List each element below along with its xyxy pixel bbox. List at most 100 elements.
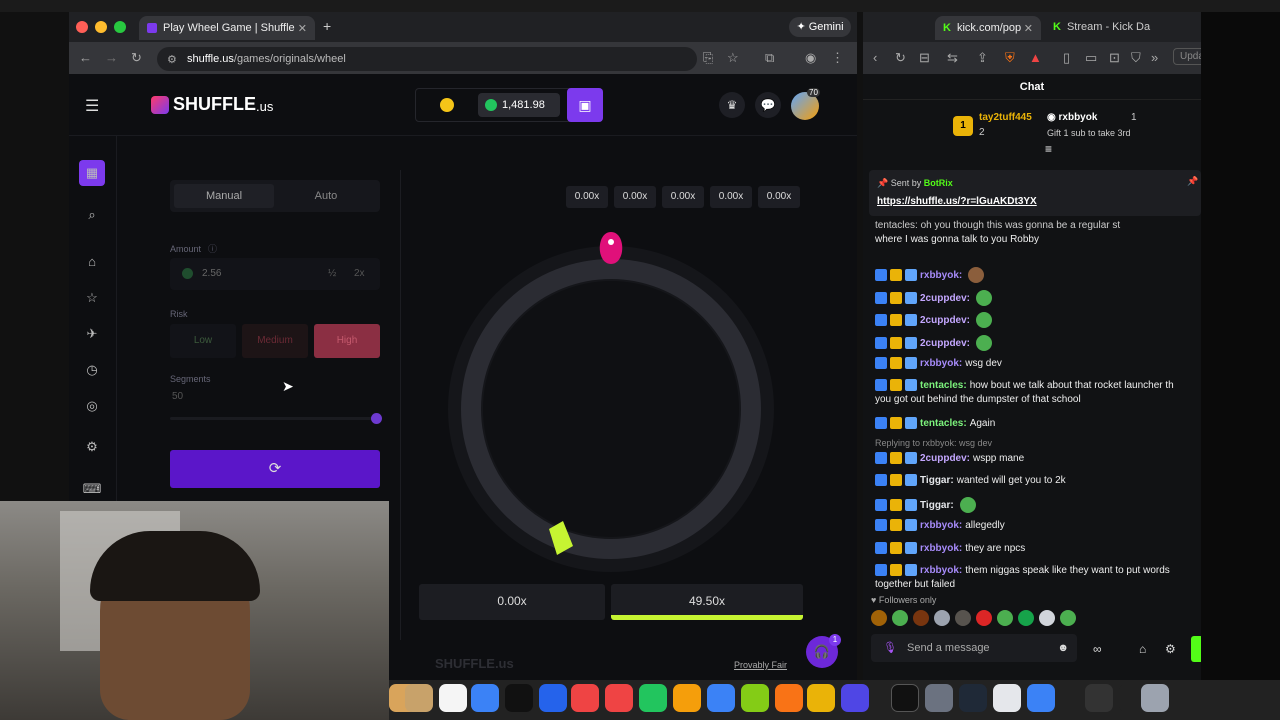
risk-medium-button[interactable]: Medium bbox=[242, 324, 308, 358]
chat-username[interactable]: rxbbyok: bbox=[920, 520, 962, 531]
send-button[interactable] bbox=[1191, 636, 1201, 662]
chrome-icon[interactable] bbox=[807, 684, 835, 712]
pin-icon[interactable]: 📌 bbox=[1187, 176, 1198, 187]
emote-icon[interactable] bbox=[913, 610, 929, 626]
half-button[interactable]: ½ bbox=[328, 258, 336, 290]
amount-input[interactable]: 2.56 ½ 2x bbox=[170, 258, 380, 290]
segments-slider[interactable] bbox=[170, 413, 382, 424]
chat-username[interactable]: 2cuppdev: bbox=[920, 453, 970, 464]
site-logo[interactable]: SHUFFLE .us bbox=[151, 94, 273, 115]
chat-username[interactable]: 2cuppdev: bbox=[920, 293, 970, 304]
brave-rewards-icon[interactable]: ▲ bbox=[1029, 50, 1042, 65]
chat-settings-icon[interactable]: ⚙ bbox=[1165, 642, 1176, 656]
emote-icon[interactable] bbox=[955, 610, 971, 626]
spin-button[interactable]: ⟳ bbox=[170, 450, 380, 488]
coin-icon[interactable] bbox=[440, 98, 454, 112]
dock-app-icon[interactable] bbox=[439, 684, 467, 712]
game-controller-icon[interactable]: ⌨ bbox=[81, 478, 103, 500]
emote-icon[interactable] bbox=[1039, 610, 1055, 626]
dock-app-icon[interactable] bbox=[471, 684, 499, 712]
dock-app-icon[interactable] bbox=[741, 684, 769, 712]
emote-icon[interactable] bbox=[976, 610, 992, 626]
brave-icon[interactable] bbox=[775, 684, 803, 712]
emote-icon[interactable] bbox=[997, 610, 1013, 626]
settings-icon[interactable]: ⚙ bbox=[81, 436, 103, 458]
terminal-icon[interactable] bbox=[891, 684, 919, 712]
vpn-icon[interactable]: ⊡ bbox=[1109, 50, 1120, 66]
bookmark-star-icon[interactable]: ☆ bbox=[727, 50, 739, 66]
back-icon[interactable]: ‹ bbox=[873, 50, 877, 65]
leader-name[interactable]: tay2tuff445 bbox=[979, 112, 1032, 123]
tab-kick-popout[interactable]: Kkick.com/pop ✕ bbox=[935, 16, 1041, 40]
share-page-icon[interactable]: ⇪ bbox=[977, 50, 988, 66]
wallet-icon[interactable]: ▭ bbox=[1085, 50, 1097, 66]
brave-shield-icon[interactable]: ⛨ bbox=[1005, 50, 1015, 66]
provably-fair-link[interactable]: Provably Fair bbox=[734, 660, 787, 670]
appletv-icon[interactable] bbox=[505, 684, 533, 712]
store-icon[interactable]: ⌂ bbox=[1139, 642, 1146, 656]
star-icon[interactable]: ☆ bbox=[81, 287, 103, 309]
shield-icon[interactable]: ⛉ bbox=[1131, 50, 1141, 66]
expand-chevron-icon[interactable]: ≡ bbox=[1045, 142, 1052, 156]
reload-icon[interactable]: ↻ bbox=[131, 50, 142, 66]
auto-tab[interactable]: Auto bbox=[276, 184, 376, 208]
install-icon[interactable]: ⎘ bbox=[703, 50, 713, 66]
chat-username[interactable]: 2cuppdev: bbox=[920, 338, 970, 349]
dock-app-icon[interactable] bbox=[1027, 684, 1055, 712]
leader2[interactable]: ◉ rxbbyok bbox=[1047, 112, 1097, 123]
chat-username[interactable]: tentacles: bbox=[920, 380, 967, 391]
trash-icon[interactable] bbox=[1141, 684, 1169, 712]
tab-shuffle[interactable]: Play Wheel Game | Shuffle ✕ bbox=[139, 16, 315, 40]
pinned-link[interactable]: https://shuffle.us/?r=lGuAKDt3YX bbox=[877, 196, 1037, 207]
zoom-window-icon[interactable] bbox=[114, 21, 126, 33]
lottery-icon[interactable]: ◎ bbox=[81, 395, 103, 417]
emote-icon[interactable] bbox=[934, 610, 950, 626]
emote-icon[interactable] bbox=[1018, 610, 1034, 626]
close-tab-icon[interactable]: ✕ bbox=[298, 22, 307, 35]
close-window-icon[interactable] bbox=[76, 21, 88, 33]
pages-icon[interactable] bbox=[673, 684, 701, 712]
balance-display[interactable]: 1,481.98 bbox=[478, 93, 560, 117]
emote-icon[interactable] bbox=[1060, 610, 1076, 626]
chat-tools-icon[interactable]: ∞ bbox=[1093, 642, 1102, 656]
dock-app-icon[interactable] bbox=[993, 684, 1021, 712]
risk-low-button[interactable]: Low bbox=[170, 324, 236, 358]
menu-kebab-icon[interactable]: ⋮ bbox=[831, 50, 844, 66]
address-bar[interactable]: ⚙ shuffle.us/games/originals/wheel bbox=[157, 47, 697, 71]
chat-username[interactable]: rxbbyok: bbox=[920, 565, 962, 576]
back-icon[interactable]: ← bbox=[79, 50, 92, 65]
update-button[interactable]: Upda bbox=[1173, 48, 1201, 65]
close-tab-icon[interactable]: ✕ bbox=[1024, 22, 1033, 35]
clock-icon[interactable]: ◷ bbox=[81, 359, 103, 381]
home-icon[interactable]: ⌂ bbox=[81, 251, 103, 273]
chat-username[interactable]: rxbbyok: bbox=[920, 358, 962, 369]
vip-crown-button[interactable]: ♛ bbox=[719, 92, 745, 118]
reload-icon[interactable]: ↻ bbox=[895, 50, 906, 66]
manual-tab[interactable]: Manual bbox=[174, 184, 274, 208]
chat-username[interactable]: Tiggar: bbox=[920, 475, 954, 486]
emote-icon[interactable] bbox=[892, 610, 908, 626]
chat-input[interactable]: 🎙 Send a message ☻ bbox=[871, 634, 1077, 662]
chat-username[interactable]: Tiggar: bbox=[920, 500, 954, 511]
slider-handle[interactable] bbox=[371, 413, 382, 424]
bookmark-icon[interactable]: ⊟ bbox=[919, 50, 930, 66]
chat-username[interactable]: tentacles: bbox=[920, 418, 967, 429]
sidebar-icon[interactable]: ▯ bbox=[1063, 50, 1070, 66]
tab-kick-dashboard[interactable]: K Stream - Kick Da bbox=[1053, 21, 1150, 33]
overflow-icon[interactable]: » bbox=[1151, 50, 1158, 65]
forward-icon[interactable]: → bbox=[105, 50, 118, 65]
dock-app-icon[interactable] bbox=[1085, 684, 1113, 712]
appstore-icon[interactable] bbox=[707, 684, 735, 712]
gemini-button[interactable]: ✦ Gemini bbox=[789, 17, 851, 37]
minimize-window-icon[interactable] bbox=[95, 21, 107, 33]
double-button[interactable]: 2x bbox=[354, 258, 365, 290]
emote-icon[interactable] bbox=[871, 610, 887, 626]
chat-username[interactable]: rxbbyok: bbox=[920, 270, 962, 281]
chat-bubble-button[interactable]: 💬 bbox=[755, 92, 781, 118]
chat-username[interactable]: 2cuppdev: bbox=[920, 315, 970, 326]
news-icon[interactable] bbox=[605, 684, 633, 712]
numbers-icon[interactable] bbox=[639, 684, 667, 712]
chat-username[interactable]: rxbbyok: bbox=[920, 543, 962, 554]
wallet-button[interactable]: ▣ bbox=[567, 88, 603, 122]
search-icon[interactable]: ⌕ bbox=[81, 204, 103, 226]
